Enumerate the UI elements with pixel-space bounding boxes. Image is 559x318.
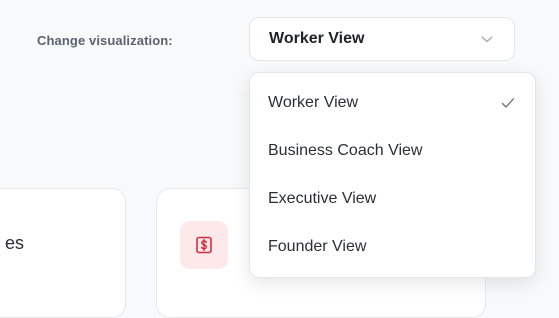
visualization-dropdown-menu: Worker View Business Coach View Executiv… bbox=[249, 72, 536, 278]
visualization-label: Change visualization: bbox=[37, 33, 173, 48]
dollar-sign-icon bbox=[196, 236, 212, 254]
check-icon bbox=[501, 98, 515, 108]
chevron-down-icon bbox=[481, 36, 493, 43]
visualization-select-value: Worker View bbox=[269, 30, 365, 47]
dropdown-item-label: Worker View bbox=[268, 94, 359, 111]
dropdown-item-label: Executive View bbox=[268, 190, 377, 207]
dropdown-item-founder-view[interactable]: Founder View bbox=[250, 223, 535, 271]
dropdown-item-label: Business Coach View bbox=[268, 142, 423, 159]
dropdown-item-business-coach-view[interactable]: Business Coach View bbox=[250, 127, 535, 175]
dropdown-item-worker-view[interactable]: Worker View bbox=[250, 79, 535, 127]
kpi-card-left-title: es bbox=[5, 233, 25, 253]
dropdown-item-label: Founder View bbox=[268, 238, 367, 255]
dropdown-item-executive-view[interactable]: Executive View bbox=[250, 175, 535, 223]
visualization-select[interactable]: Worker View bbox=[249, 17, 515, 61]
money-badge bbox=[180, 221, 228, 269]
